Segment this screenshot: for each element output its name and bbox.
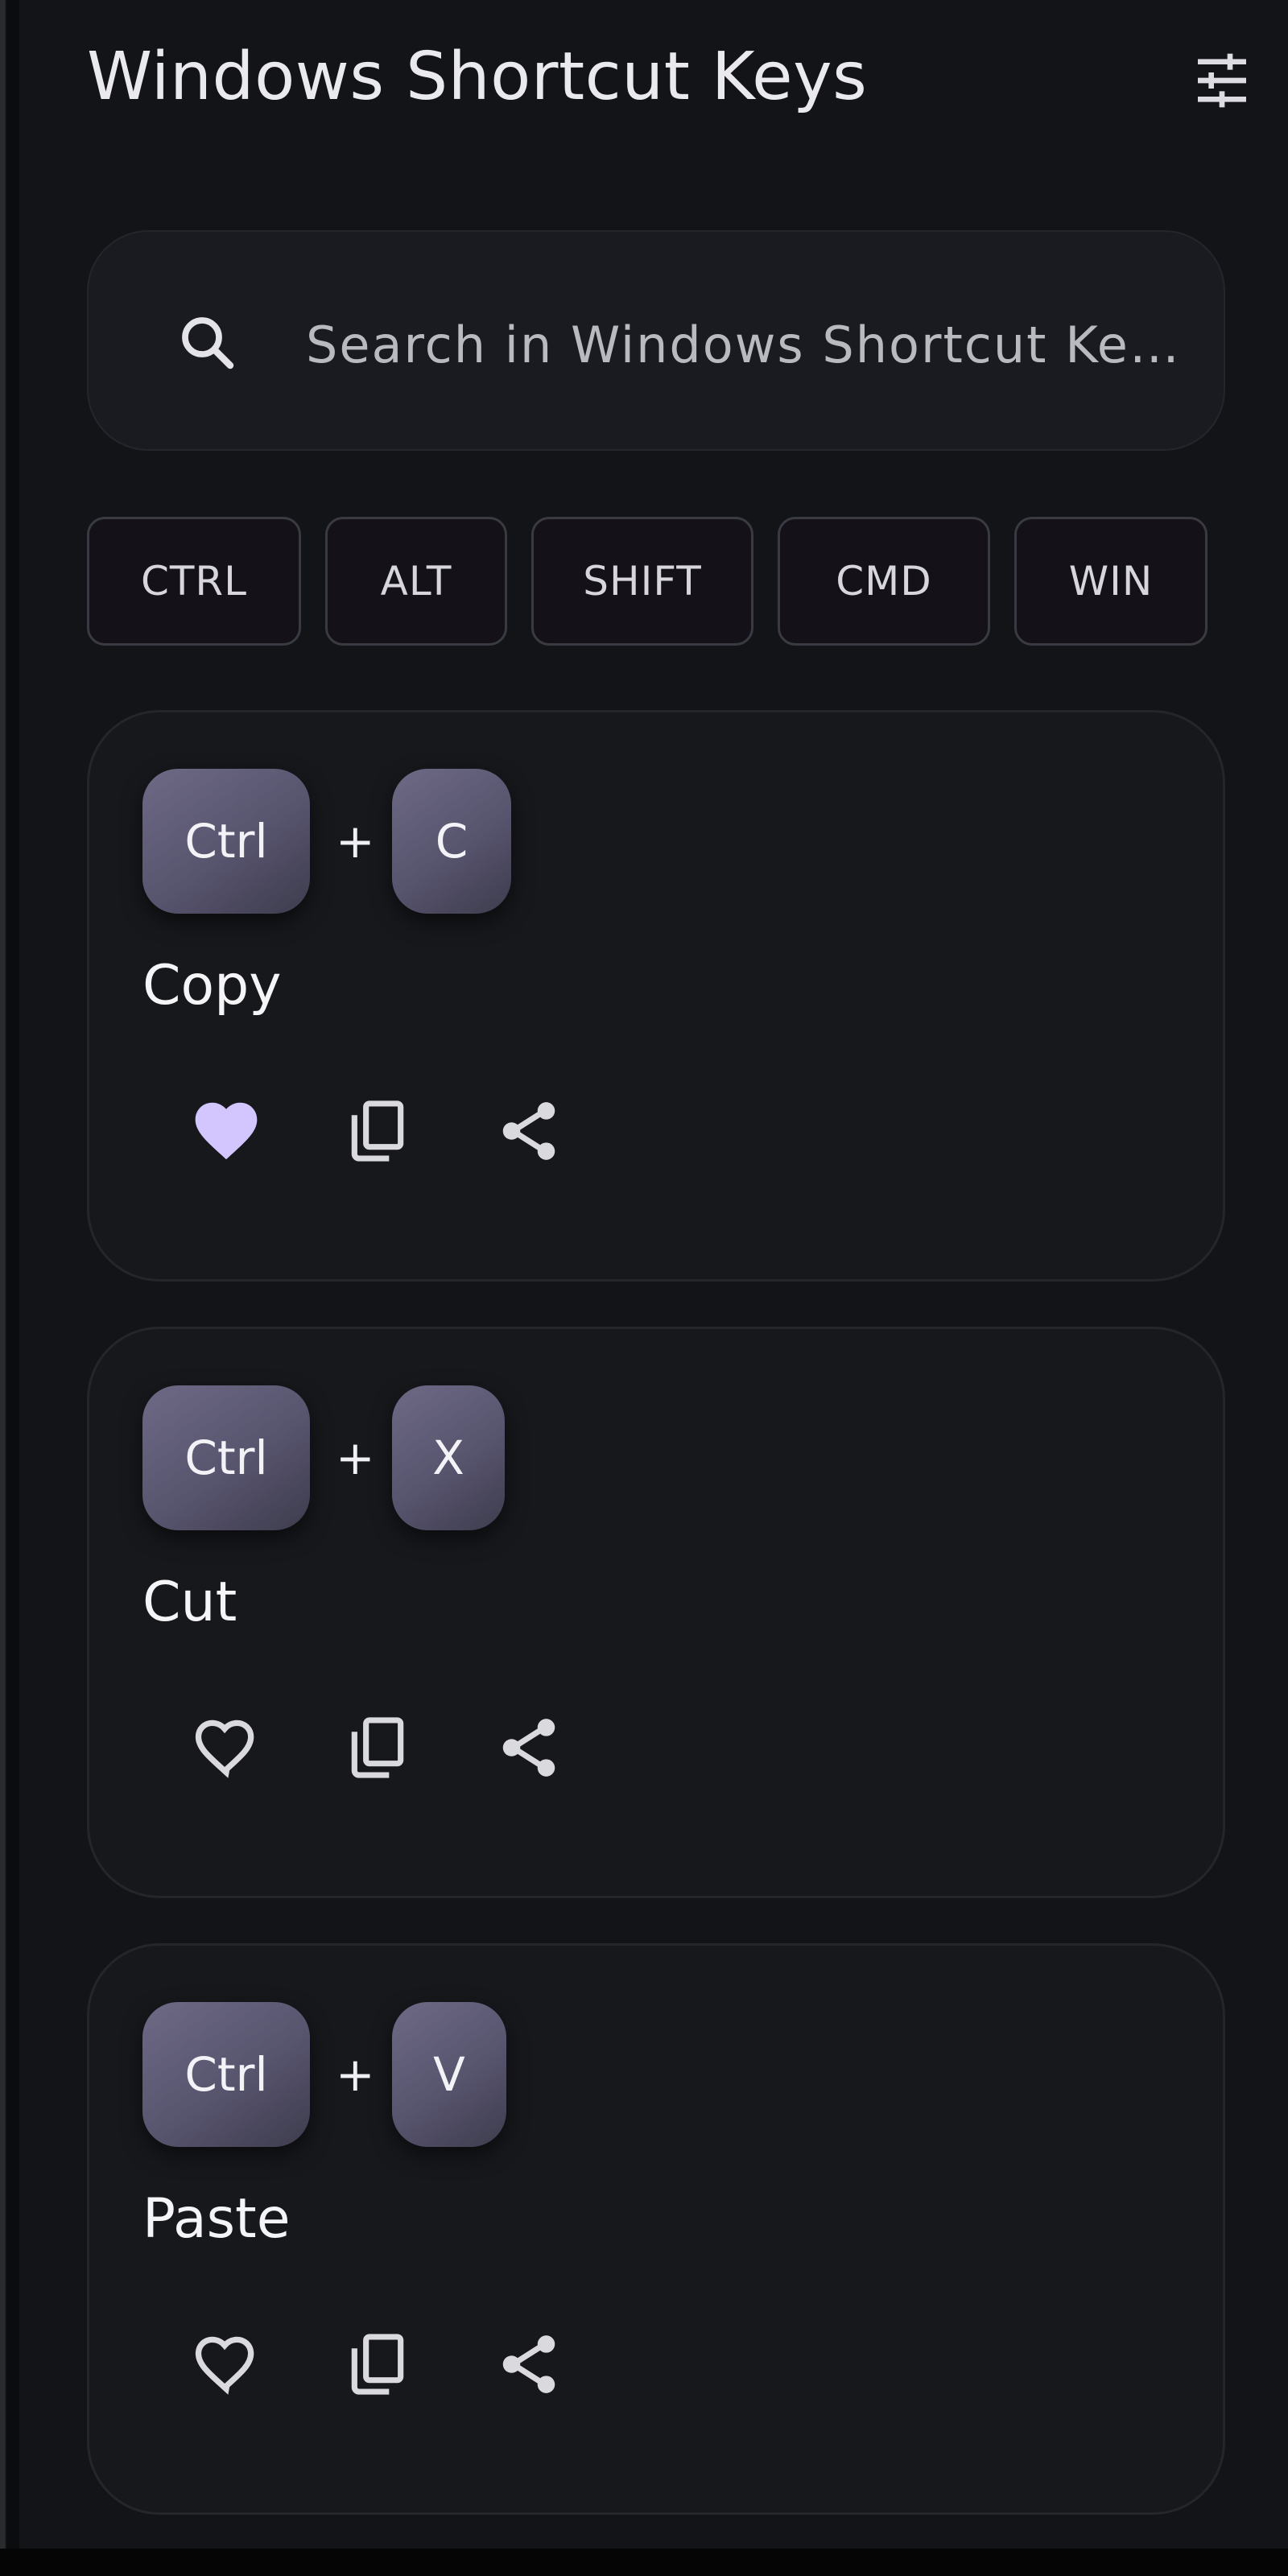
- key-cap: Ctrl: [142, 1385, 310, 1530]
- favorite-button[interactable]: [178, 1083, 275, 1179]
- plus-separator: +: [336, 1430, 375, 1485]
- favorite-button[interactable]: [178, 1699, 275, 1796]
- heart-outline-icon: [195, 1719, 254, 1778]
- copy-icon: [351, 2334, 404, 2395]
- bottom-edge: [0, 2549, 1288, 2576]
- copy-button[interactable]: [329, 2316, 426, 2413]
- share-button[interactable]: [481, 2316, 577, 2413]
- key-cap: C: [392, 769, 511, 914]
- key-cap: Ctrl: [142, 2002, 310, 2147]
- share-button[interactable]: [481, 1699, 577, 1796]
- heart-outline-icon: [195, 2336, 254, 2395]
- shortcut-card-copy: Ctrl + C Copy: [87, 710, 1225, 1282]
- window-edge: [0, 0, 19, 2576]
- chip-shift[interactable]: SHIFT: [531, 517, 753, 646]
- page-title: Windows Shortcut Keys: [87, 39, 868, 115]
- chip-alt[interactable]: ALT: [325, 517, 507, 646]
- filter-button[interactable]: [1182, 40, 1262, 121]
- share-icon: [502, 2335, 555, 2393]
- shortcut-action: Cut: [142, 1571, 237, 1634]
- search-icon: [174, 309, 242, 377]
- app-screen: Windows Shortcut Keys Search in Windows …: [19, 0, 1288, 2549]
- search-input[interactable]: [306, 304, 1199, 385]
- share-icon: [502, 1102, 555, 1160]
- shortcut-action: Copy: [142, 954, 282, 1018]
- search-bar[interactable]: [87, 230, 1225, 451]
- copy-icon: [351, 1717, 404, 1778]
- key-cap: V: [392, 2002, 506, 2147]
- chip-ctrl[interactable]: CTRL: [87, 517, 301, 646]
- share-button[interactable]: [481, 1083, 577, 1179]
- plus-separator: +: [336, 2047, 375, 2102]
- chip-cmd[interactable]: CMD: [778, 517, 990, 646]
- plus-separator: +: [336, 814, 375, 869]
- share-icon: [502, 1719, 555, 1777]
- favorite-button[interactable]: [178, 2316, 275, 2413]
- shortcut-card-cut: Ctrl + X Cut: [87, 1327, 1225, 1898]
- chip-win[interactable]: WIN: [1014, 517, 1208, 646]
- shortcut-card-paste: Ctrl + V Paste: [87, 1943, 1225, 2515]
- chip-label: ALT: [380, 558, 452, 605]
- key-cap: Ctrl: [142, 769, 310, 914]
- chip-label: CTRL: [140, 558, 248, 605]
- heart-filled-icon: [195, 1102, 258, 1160]
- tune-sliders-icon: [1198, 53, 1246, 108]
- chip-label: CMD: [836, 558, 932, 605]
- copy-button[interactable]: [329, 1699, 426, 1796]
- app-header: Windows Shortcut Keys: [87, 32, 1262, 129]
- shortcut-action: Paste: [142, 2187, 291, 2251]
- chip-label: SHIFT: [583, 558, 702, 605]
- chip-label: WIN: [1068, 558, 1154, 605]
- key-cap: X: [392, 1385, 505, 1530]
- copy-button[interactable]: [329, 1083, 426, 1179]
- copy-icon: [351, 1100, 404, 1162]
